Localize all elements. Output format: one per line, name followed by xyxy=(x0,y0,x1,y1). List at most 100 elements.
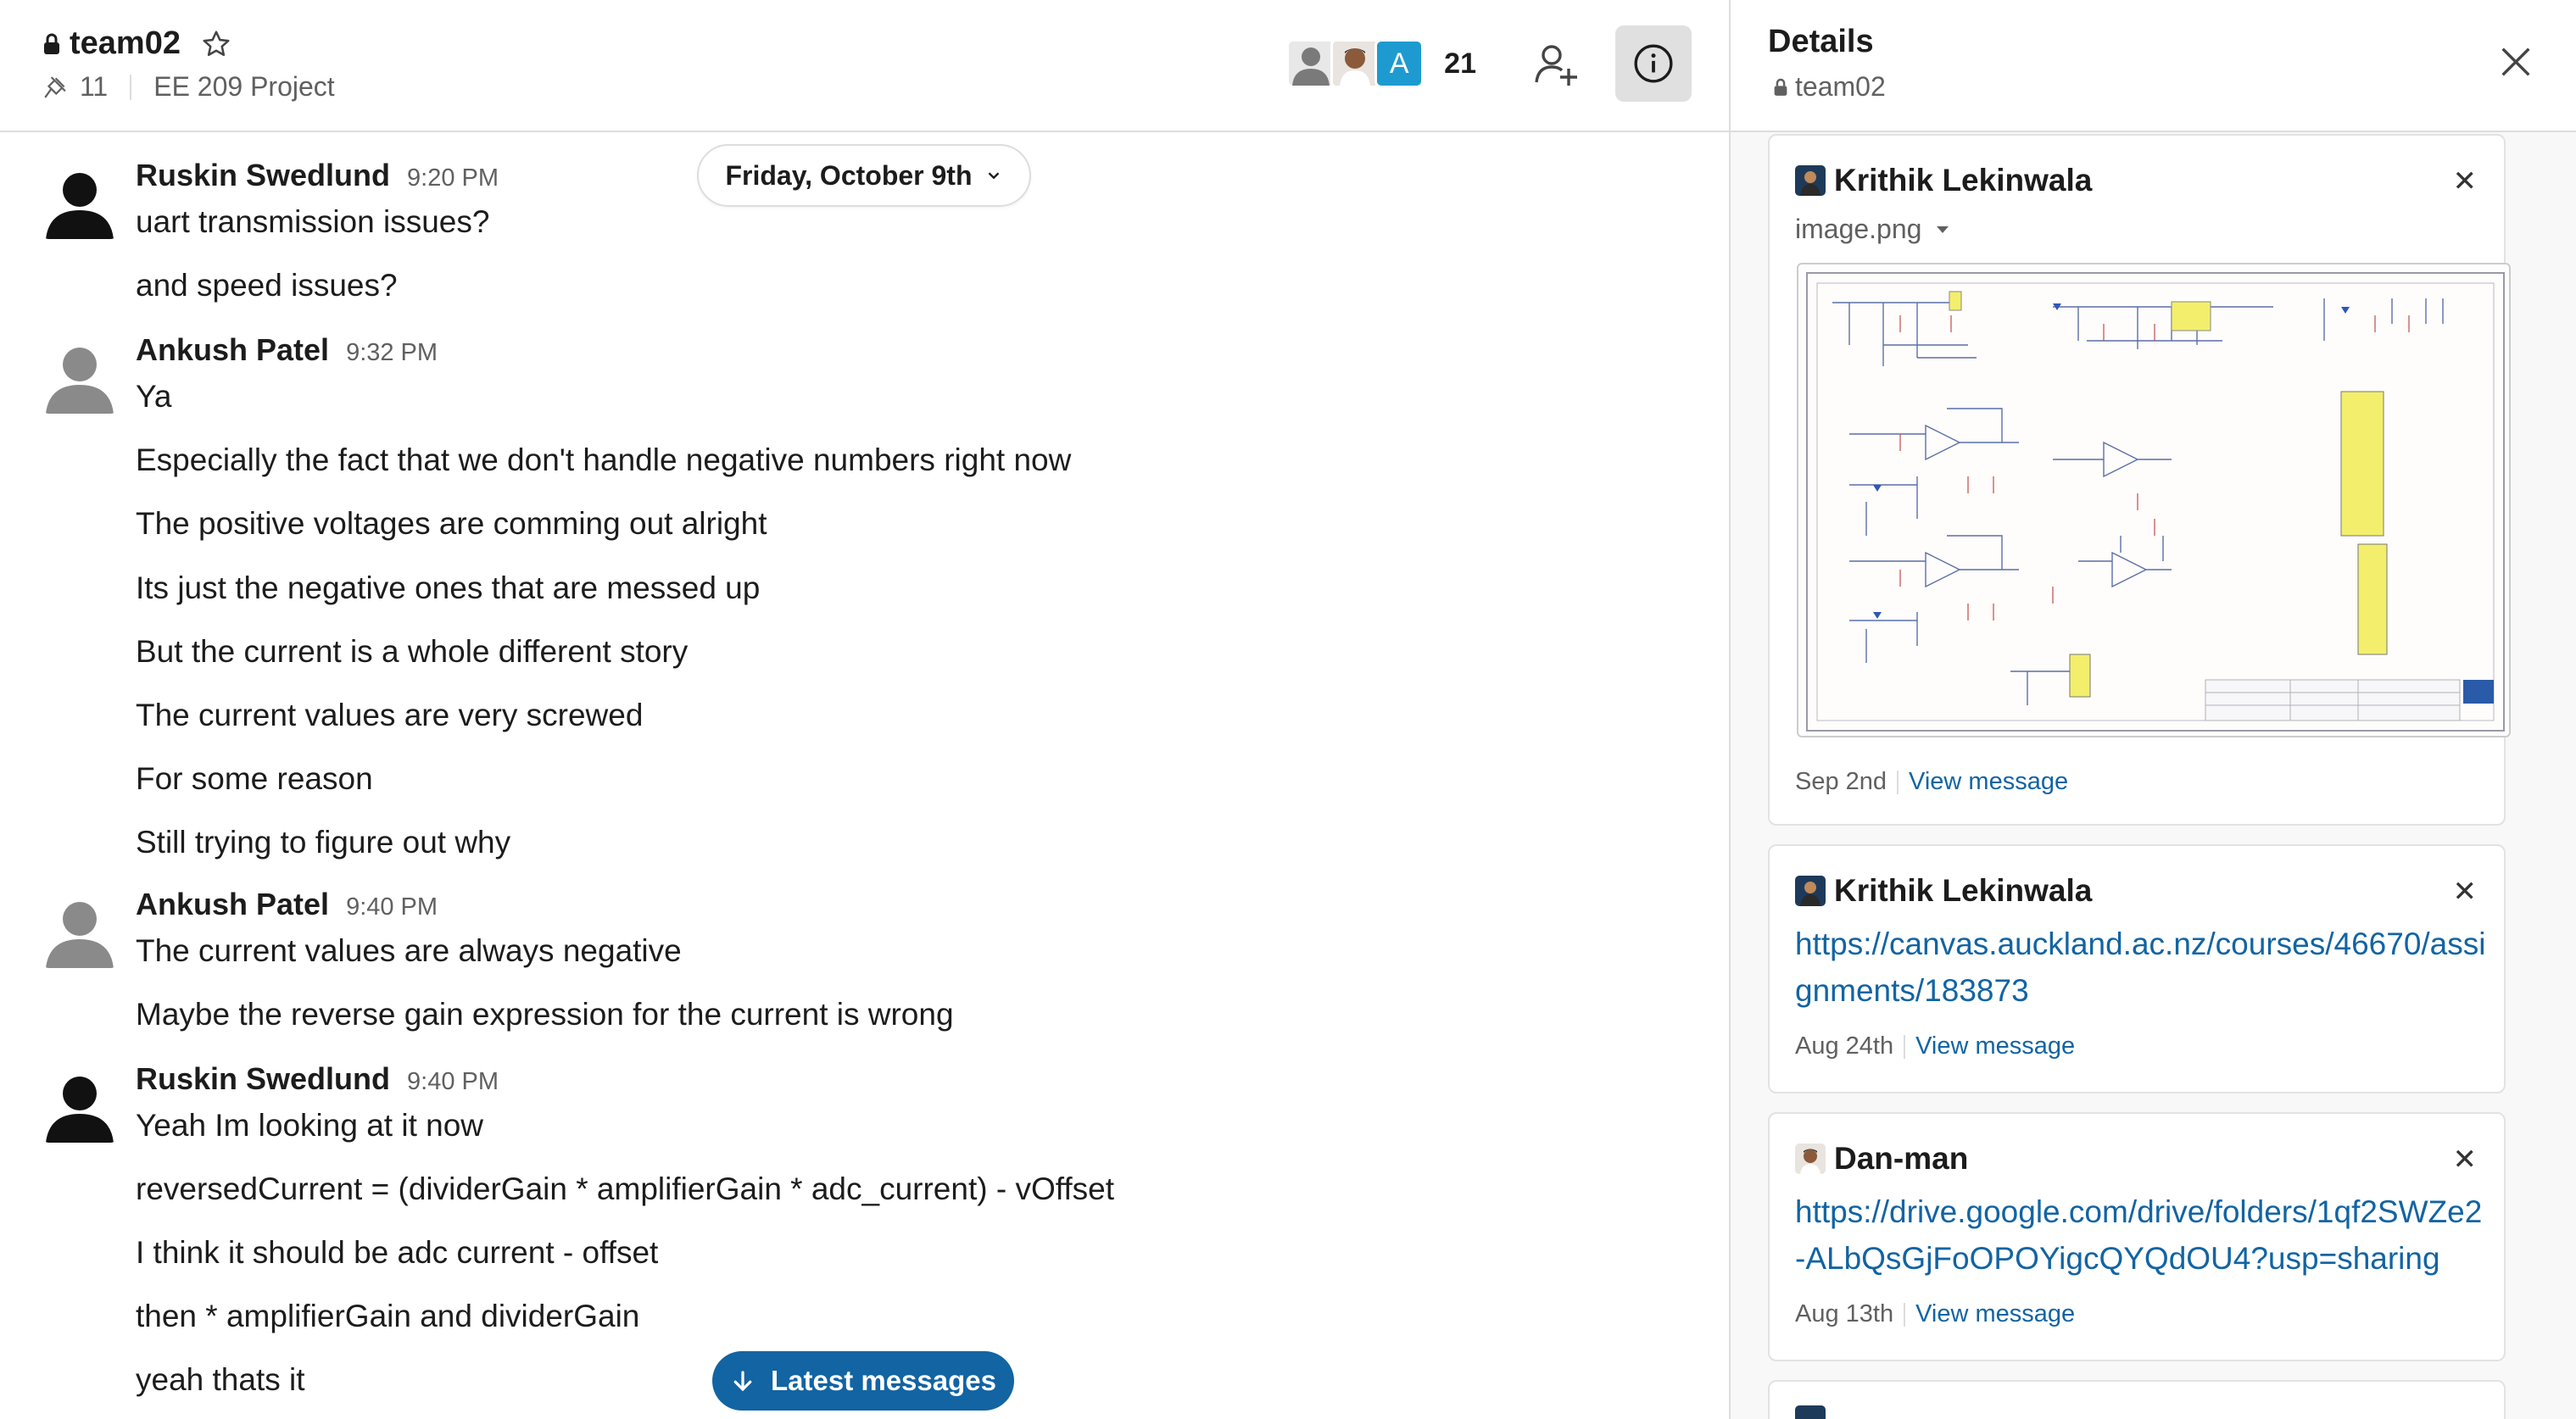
message-author[interactable]: Ankush Patel xyxy=(136,332,329,368)
avatar[interactable] xyxy=(41,161,119,239)
pinned-item-card[interactable] xyxy=(1768,1380,2506,1419)
pinned-item-footer: Aug 13th View message xyxy=(1795,1300,2075,1328)
pinned-item-author xyxy=(1795,1405,1826,1419)
member-avatar-letter: A xyxy=(1374,39,1425,88)
message-list[interactable]: Ruskin Swedlund 9:20 PM uart transmissio… xyxy=(0,134,1729,1419)
pinned-item-author: Dan-man xyxy=(1795,1141,1968,1177)
pinned-item-card[interactable]: Dan-man ✕ https://drive.google.com/drive… xyxy=(1768,1112,2506,1361)
view-message-link[interactable]: View message xyxy=(1909,768,2068,796)
channel-details-button[interactable] xyxy=(1615,25,1692,102)
pinned-link[interactable]: https://canvas.auckland.ac.nz/courses/46… xyxy=(1795,921,2490,1014)
message-author[interactable]: Ankush Patel xyxy=(136,887,329,922)
divider xyxy=(130,74,132,100)
message-header: Ankush Patel 9:40 PM xyxy=(136,887,438,922)
view-message-link[interactable]: View message xyxy=(1915,1032,2075,1060)
message-author[interactable]: Ruskin Swedlund xyxy=(136,1061,390,1097)
message-header: Ankush Patel 9:32 PM xyxy=(136,332,438,368)
view-message-link[interactable]: View message xyxy=(1915,1300,2075,1328)
details-header: Details team02 xyxy=(1731,0,2576,132)
divider xyxy=(1904,1302,1906,1327)
message-text: uart transmission issues? xyxy=(136,204,490,239)
message-text: For some reason xyxy=(136,761,373,796)
close-icon[interactable]: ✕ xyxy=(2453,875,2478,909)
pinned-item-author: Krithik Lekinwala xyxy=(1795,163,2092,198)
channel-title[interactable]: team02 xyxy=(42,25,231,62)
avatar[interactable] xyxy=(41,890,119,968)
member-avatar xyxy=(1286,39,1336,88)
message-text: reversedCurrent = (dividerGain * amplifi… xyxy=(136,1171,1114,1206)
author-name[interactable]: Dan-man xyxy=(1834,1141,1968,1177)
file-name-label: image.png xyxy=(1795,214,1922,244)
member-count[interactable]: 21 xyxy=(1444,47,1476,81)
avatar xyxy=(1795,1144,1826,1174)
channel-meta: 11 EE 209 Project xyxy=(42,71,335,103)
message-text: The current values are very screwed xyxy=(136,698,644,732)
details-title: Details xyxy=(1768,24,1874,59)
message-timestamp[interactable]: 9:40 PM xyxy=(407,1068,499,1096)
latest-messages-button[interactable]: Latest messages xyxy=(712,1351,1014,1411)
user-silhouette-icon xyxy=(46,902,114,968)
pin-icon[interactable] xyxy=(42,75,68,100)
message-timestamp[interactable]: 9:40 PM xyxy=(346,893,438,921)
details-panel: Details team02 Krithik Lekinwala ✕ image… xyxy=(1729,0,2576,1419)
channel-name: team02 xyxy=(70,25,181,61)
channel-topic[interactable]: EE 209 Project xyxy=(153,71,334,103)
pinned-item-card[interactable]: Krithik Lekinwala ✕ https://canvas.auckl… xyxy=(1768,844,2506,1093)
message-header: Ruskin Swedlund 9:40 PM xyxy=(136,1061,499,1097)
user-silhouette-icon xyxy=(46,348,114,414)
message-author[interactable]: Ruskin Swedlund xyxy=(136,158,390,193)
arrow-down-icon xyxy=(733,1371,752,1392)
message-text: Yeah Im looking at it now xyxy=(136,1108,483,1143)
pinned-item-date: Sep 2nd xyxy=(1795,768,1887,795)
caret-down-icon xyxy=(1937,225,1949,233)
pinned-item-footer: Sep 2nd View message xyxy=(1795,768,2068,796)
avatar[interactable] xyxy=(41,336,119,414)
pinned-item-footer: Aug 24th View message xyxy=(1795,1032,2075,1060)
chevron-down-icon xyxy=(988,172,999,180)
close-icon[interactable]: ✕ xyxy=(2453,1143,2478,1177)
avatar xyxy=(1795,165,1826,196)
member-facepile[interactable]: A xyxy=(1286,36,1425,91)
author-name[interactable]: Krithik Lekinwala xyxy=(1834,873,2092,909)
pinned-item-author: Krithik Lekinwala xyxy=(1795,873,2092,909)
star-icon[interactable] xyxy=(201,29,231,59)
message-text: yeah thats it xyxy=(136,1362,305,1397)
pinned-link[interactable]: https://drive.google.com/drive/folders/1… xyxy=(1795,1188,2490,1282)
info-icon xyxy=(1634,44,1673,83)
date-divider-button[interactable]: Friday, October 9th xyxy=(697,144,1031,207)
divider xyxy=(1897,770,1899,794)
author-name[interactable]: Krithik Lekinwala xyxy=(1834,163,2092,198)
details-channel: team02 xyxy=(1773,71,1886,103)
add-member-button[interactable] xyxy=(1527,34,1586,93)
message-text: Its just the negative ones that are mess… xyxy=(136,570,761,605)
message-text: Maybe the reverse gain expression for th… xyxy=(136,997,954,1032)
circuit-schematic-image xyxy=(1806,272,2505,732)
message-text: then * amplifierGain and dividerGain xyxy=(136,1299,640,1333)
message-text: The positive voltages are comming out al… xyxy=(136,506,767,541)
close-icon[interactable]: ✕ xyxy=(2453,164,2478,198)
lock-icon xyxy=(44,33,59,54)
message-timestamp[interactable]: 9:32 PM xyxy=(346,339,438,367)
message-text: The current values are always negative xyxy=(136,933,682,968)
pinned-count[interactable]: 11 xyxy=(80,71,108,103)
avatar xyxy=(1795,876,1826,906)
channel-header: team02 11 EE 209 Project A 21 xyxy=(0,0,1729,132)
pinned-item-date: Aug 24th xyxy=(1795,1032,1894,1060)
avatar[interactable] xyxy=(41,1065,119,1143)
pinned-item-card[interactable]: Krithik Lekinwala ✕ image.png Sep 2nd Vi… xyxy=(1768,134,2511,826)
latest-messages-label: Latest messages xyxy=(771,1365,996,1396)
user-silhouette-icon xyxy=(1292,47,1330,86)
date-divider-label: Friday, October 9th xyxy=(725,159,973,191)
pinned-item-date: Aug 13th xyxy=(1795,1300,1894,1327)
avatar xyxy=(1795,1405,1826,1419)
message-timestamp[interactable]: 9:20 PM xyxy=(407,164,499,192)
add-user-icon xyxy=(1535,45,1577,86)
message-text: I think it should be adc current - offse… xyxy=(136,1235,659,1270)
schematic-image[interactable] xyxy=(1797,263,2511,737)
message-text: and speed issues? xyxy=(136,268,398,303)
file-name[interactable]: image.png xyxy=(1795,214,1950,245)
details-channel-name: team02 xyxy=(1795,71,1886,102)
message-text: Still trying to figure out why xyxy=(136,825,511,860)
lock-icon xyxy=(1774,78,1787,96)
close-icon[interactable] xyxy=(2496,42,2535,81)
